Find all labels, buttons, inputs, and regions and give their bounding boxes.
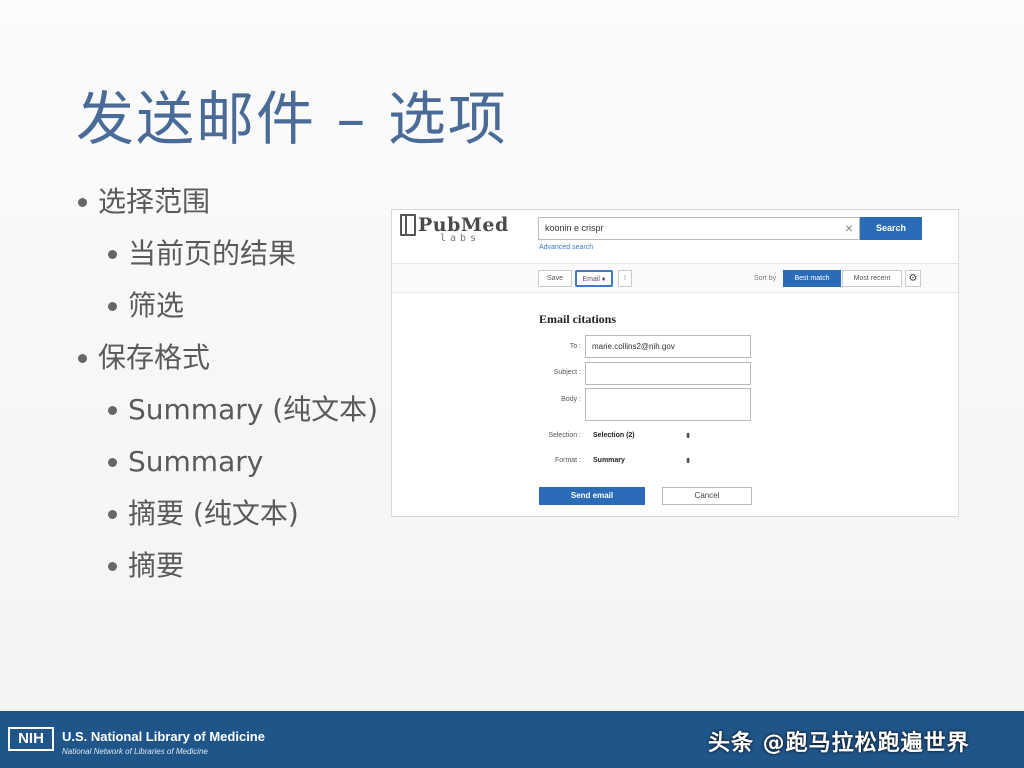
- bullet-item: 摘要 (纯文本): [76, 494, 378, 546]
- subject-label: Subject :: [553, 369, 581, 376]
- format-select[interactable]: Summary ⬍: [593, 457, 691, 465]
- bullet-dot-icon: [108, 562, 117, 571]
- pubmed-screenshot: PubMed labs koonin e crispr × Search Adv…: [391, 209, 959, 517]
- select-arrows-icon: ⬍: [685, 433, 691, 440]
- footer-bar: NIH U.S. National Library of Medicine Na…: [0, 711, 1024, 768]
- logo-subtext: labs: [440, 233, 481, 244]
- watermark-text: 头条 @跑马拉松跑遍世界: [708, 731, 970, 756]
- bullet-dot-icon: [108, 302, 117, 311]
- subject-field[interactable]: [585, 362, 751, 385]
- save-button[interactable]: Save: [538, 270, 572, 287]
- selection-label: Selection :: [548, 432, 581, 439]
- org-subtitle: National Network of Libraries of Medicin…: [62, 747, 208, 756]
- bullet-text: Summary (纯文本): [128, 393, 379, 426]
- bullet-dot-icon: [78, 198, 87, 207]
- email-form-title: Email citations: [539, 312, 616, 326]
- bullet-dot-icon: [108, 458, 117, 467]
- sort-best-match-button[interactable]: Best match: [783, 270, 841, 287]
- bullet-dot-icon: [108, 406, 117, 415]
- bullet-text: 选择范围: [98, 185, 211, 218]
- to-field[interactable]: marie.collins2@nih.gov: [585, 335, 751, 358]
- select-arrows-icon: ⬍: [685, 458, 691, 465]
- search-value: koonin e crispr: [545, 223, 604, 233]
- bullet-item: 选择范围: [76, 182, 378, 234]
- bullet-text: 保存格式: [98, 341, 211, 374]
- nih-logo: NIH: [8, 727, 54, 751]
- bullet-dot-icon: [78, 354, 87, 363]
- format-value: Summary: [593, 457, 625, 464]
- bullet-item: 保存格式: [76, 338, 378, 390]
- bullet-item: Summary (纯文本): [76, 390, 378, 442]
- bullet-item: 当前页的结果: [76, 234, 378, 286]
- sort-label: Sort by: [754, 275, 777, 282]
- selection-select[interactable]: Selection (2) ⬍: [593, 432, 691, 440]
- slide-title: 发送邮件 – 选项: [76, 85, 508, 153]
- send-email-button[interactable]: Send email: [539, 487, 645, 505]
- bullet-text: Summary: [128, 445, 264, 478]
- advanced-search-link[interactable]: Advanced search: [539, 244, 593, 251]
- sort-most-recent-button[interactable]: Most recent: [842, 270, 902, 287]
- body-textarea[interactable]: [585, 388, 751, 421]
- bullet-item: Summary: [76, 442, 378, 494]
- bullet-item: 摘要: [76, 546, 378, 598]
- pubmed-header: PubMed labs koonin e crispr × Search Adv…: [392, 210, 958, 264]
- book-icon: [400, 214, 416, 236]
- bullet-list: 选择范围 当前页的结果 筛选 保存格式 Summary (纯文本) Summar…: [76, 182, 378, 598]
- selection-value: Selection (2): [593, 432, 635, 439]
- more-options-icon[interactable]: ⁝: [618, 270, 632, 287]
- bullet-text: 当前页的结果: [128, 237, 297, 270]
- to-label: To :: [569, 343, 581, 350]
- bullet-dot-icon: [108, 250, 117, 259]
- body-label: Body :: [561, 396, 581, 403]
- cancel-button[interactable]: Cancel: [662, 487, 752, 505]
- bullet-text: 摘要 (纯文本): [128, 497, 299, 530]
- results-toolbar: Save Email ♦ ⁝ Sort by Best match Most r…: [392, 264, 958, 293]
- search-input[interactable]: koonin e crispr ×: [538, 217, 860, 240]
- bullet-text: 摘要: [128, 549, 185, 582]
- search-button[interactable]: Search: [860, 217, 922, 240]
- bullet-item: 筛选: [76, 286, 378, 338]
- bullet-dot-icon: [108, 510, 117, 519]
- bullet-text: 筛选: [128, 289, 185, 322]
- pubmed-logo[interactable]: PubMed labs: [400, 214, 508, 244]
- org-name: U.S. National Library of Medicine: [62, 729, 265, 744]
- email-button[interactable]: Email ♦: [575, 270, 613, 287]
- clear-icon[interactable]: ×: [845, 220, 853, 236]
- gear-icon[interactable]: ⚙: [905, 270, 921, 287]
- format-label: Format :: [554, 457, 581, 464]
